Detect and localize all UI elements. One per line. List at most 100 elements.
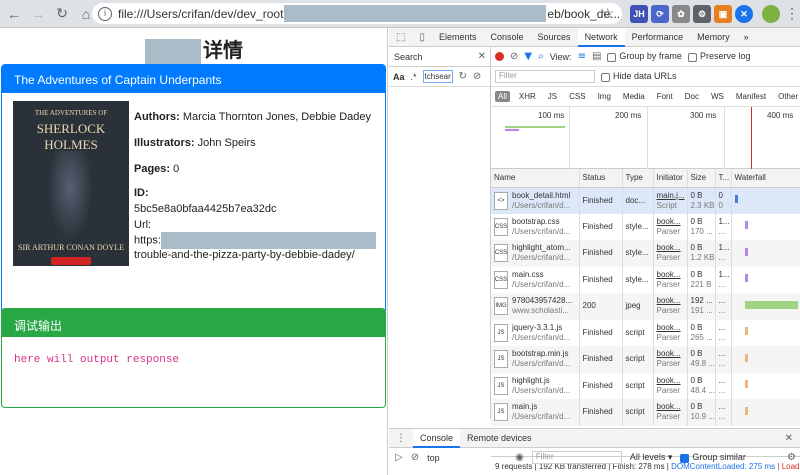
search-input[interactable]: tchsear [422, 70, 453, 83]
request-initiator[interactable]: book... [657, 296, 687, 306]
request-initiator[interactable]: book... [657, 270, 687, 280]
type-filter-font[interactable]: Font [654, 91, 676, 102]
request-row[interactable]: JS main.js/Users/crifan/d... Finished scrip… [491, 399, 800, 426]
type-filter-other[interactable]: Other [775, 91, 800, 102]
close-search-icon[interactable]: ✕ [478, 51, 486, 62]
request-row[interactable]: IMG 978043957428... www.scholasti... 200 jpe… [491, 293, 800, 320]
request-row[interactable]: JS jquery-3.3.1.js/Users/crifan/d... Finis… [491, 319, 800, 346]
waterfall-bar [744, 274, 748, 283]
console-clear-icon[interactable]: ⊘ [411, 452, 419, 463]
type-filter-manifest[interactable]: Manifest [733, 91, 769, 102]
type-filter-media[interactable]: Media [620, 91, 648, 102]
tab-performance[interactable]: Performance [625, 28, 691, 47]
group-by-frame-option[interactable]: Group by frame [607, 51, 682, 62]
type-filter-xhr[interactable]: XHR [516, 91, 539, 102]
sidebar-toggle-icon[interactable]: ▷ [395, 452, 403, 463]
console-filter-input[interactable]: Filter [531, 451, 622, 464]
request-initiator[interactable]: book... [657, 402, 687, 412]
type-filter-img[interactable]: Img [595, 91, 614, 102]
type-filter-all[interactable]: All [495, 91, 510, 102]
preserve-log-option[interactable]: Preserve log [687, 51, 750, 62]
url-row[interactable]: https: [134, 232, 376, 249]
reload-icon[interactable]: ↻ [52, 4, 72, 24]
network-filter-input[interactable]: Filter [495, 70, 595, 83]
menu-kebab-icon[interactable]: ⋮ [782, 4, 800, 24]
request-initiator[interactable]: main.j... [657, 191, 687, 201]
request-row[interactable]: CSS bootstrap.css/Users/crifan/d... Finish… [491, 213, 800, 240]
illustrators-label: Illustrators: [134, 137, 195, 149]
request-initiator[interactable]: book... [657, 376, 687, 386]
column-header-initiator[interactable]: Initiator [653, 169, 688, 188]
extension-settings-icon[interactable]: ⚙ [693, 5, 711, 23]
regex-toggle[interactable]: .* [411, 72, 417, 82]
inspect-element-icon[interactable]: ⬚ [389, 28, 412, 47]
preserve-log-checkbox[interactable] [687, 52, 697, 62]
request-row[interactable]: CSS highlight_atom.../Users/crifan/d... Fi… [491, 240, 800, 267]
log-levels-dropdown[interactable]: All levels ▾ [630, 452, 673, 463]
cell-status: Finished [579, 187, 623, 214]
request-row[interactable]: JS bootstrap.min.js/Users/crifan/d... Fini… [491, 346, 800, 373]
network-overview-timeline[interactable]: 100 ms 200 ms 300 ms 400 ms [491, 107, 800, 169]
tab-network[interactable]: Network [577, 27, 625, 47]
request-row[interactable]: <> book_detail.html/Users/crifan/d... Fini… [491, 187, 800, 214]
context-selector[interactable]: top [427, 453, 507, 463]
drawer-tab-console[interactable]: Console [413, 428, 461, 448]
column-header-time[interactable]: T... [715, 169, 732, 188]
more-tabs-icon[interactable]: » [737, 28, 756, 47]
clear-search-icon[interactable]: ⊘ [473, 71, 481, 82]
extension-jh-icon[interactable]: JH [630, 5, 648, 23]
group-similar-checkbox[interactable] [680, 453, 690, 463]
overview-tick: 400 ms [767, 111, 794, 120]
type-filter-doc[interactable]: Doc [682, 91, 702, 102]
tab-sources[interactable]: Sources [531, 28, 578, 47]
column-header-status[interactable]: Status [579, 169, 623, 188]
filter-icon[interactable]: ▼ [524, 51, 532, 62]
requests-table-body: <> book_detail.html/Users/crifan/d... Fini… [491, 187, 800, 426]
forward-icon[interactable]: → [28, 4, 48, 24]
request-size: 0 B [690, 269, 703, 279]
refresh-search-icon[interactable]: ↻ [459, 71, 467, 82]
column-header-name[interactable]: Name [491, 169, 580, 188]
search-icon[interactable]: ⌕ [538, 51, 544, 62]
request-initiator[interactable]: book... [657, 323, 687, 333]
clear-icon[interactable]: ⊘ [510, 51, 518, 62]
extension-sync-icon[interactable]: ⟳ [651, 5, 669, 23]
bookmark-star-icon[interactable]: ☆ [601, 5, 614, 22]
match-case-toggle[interactable]: Aa [393, 72, 405, 82]
close-drawer-icon[interactable]: ✕ [778, 429, 800, 448]
group-by-frame-checkbox[interactable] [607, 52, 617, 62]
drawer-tab-remote-devices[interactable]: Remote devices [460, 429, 539, 448]
extension-flower-icon[interactable]: ✿ [672, 5, 690, 23]
device-toolbar-icon[interactable]: ▯ [412, 28, 432, 47]
type-filter-css[interactable]: CSS [566, 91, 588, 102]
request-row[interactable]: JS highlight.js/Users/crifan/d... Finished… [491, 372, 800, 399]
tab-console[interactable]: Console [484, 28, 531, 47]
type-filter-js[interactable]: JS [545, 91, 560, 102]
extension-box-icon[interactable]: ▣ [714, 5, 732, 23]
address-bar[interactable]: i file:///Users/crifan/dev/dev_root eb/b… [92, 3, 622, 24]
profile-avatar[interactable] [762, 5, 780, 23]
hide-data-urls-checkbox[interactable] [601, 72, 610, 82]
hide-data-urls-option[interactable]: Hide data URLs [601, 71, 677, 82]
eye-icon[interactable]: ◉ [515, 452, 524, 463]
tab-memory[interactable]: Memory [690, 28, 737, 47]
back-icon[interactable]: ← [4, 4, 24, 24]
info-icon[interactable]: i [98, 6, 112, 21]
column-header-type[interactable]: Type [622, 169, 654, 188]
request-initiator[interactable]: book... [657, 217, 687, 227]
request-initiator[interactable]: book... [657, 349, 687, 359]
tab-elements[interactable]: Elements [432, 28, 484, 47]
console-settings-icon[interactable]: ⚙ [787, 452, 796, 463]
extension-x-icon[interactable]: ✕ [735, 5, 753, 23]
record-icon[interactable] [495, 52, 504, 61]
overview-icon[interactable]: ▤ [592, 51, 601, 62]
url-suffix-text[interactable]: trouble-and-the-pizza-party-by-debbie-da… [134, 248, 355, 262]
group-similar-option[interactable]: Group similar [680, 452, 746, 463]
column-header-size[interactable]: Size [687, 169, 716, 188]
type-filter-ws[interactable]: WS [708, 91, 727, 102]
column-header-waterfall[interactable]: Waterfall [731, 169, 800, 188]
large-rows-icon[interactable]: ≡ [578, 51, 586, 62]
request-row[interactable]: CSS main.css/Users/crifan/d... Finished sty… [491, 266, 800, 293]
drawer-menu-icon[interactable]: ⋮ [389, 429, 413, 448]
request-initiator[interactable]: book... [657, 243, 687, 253]
